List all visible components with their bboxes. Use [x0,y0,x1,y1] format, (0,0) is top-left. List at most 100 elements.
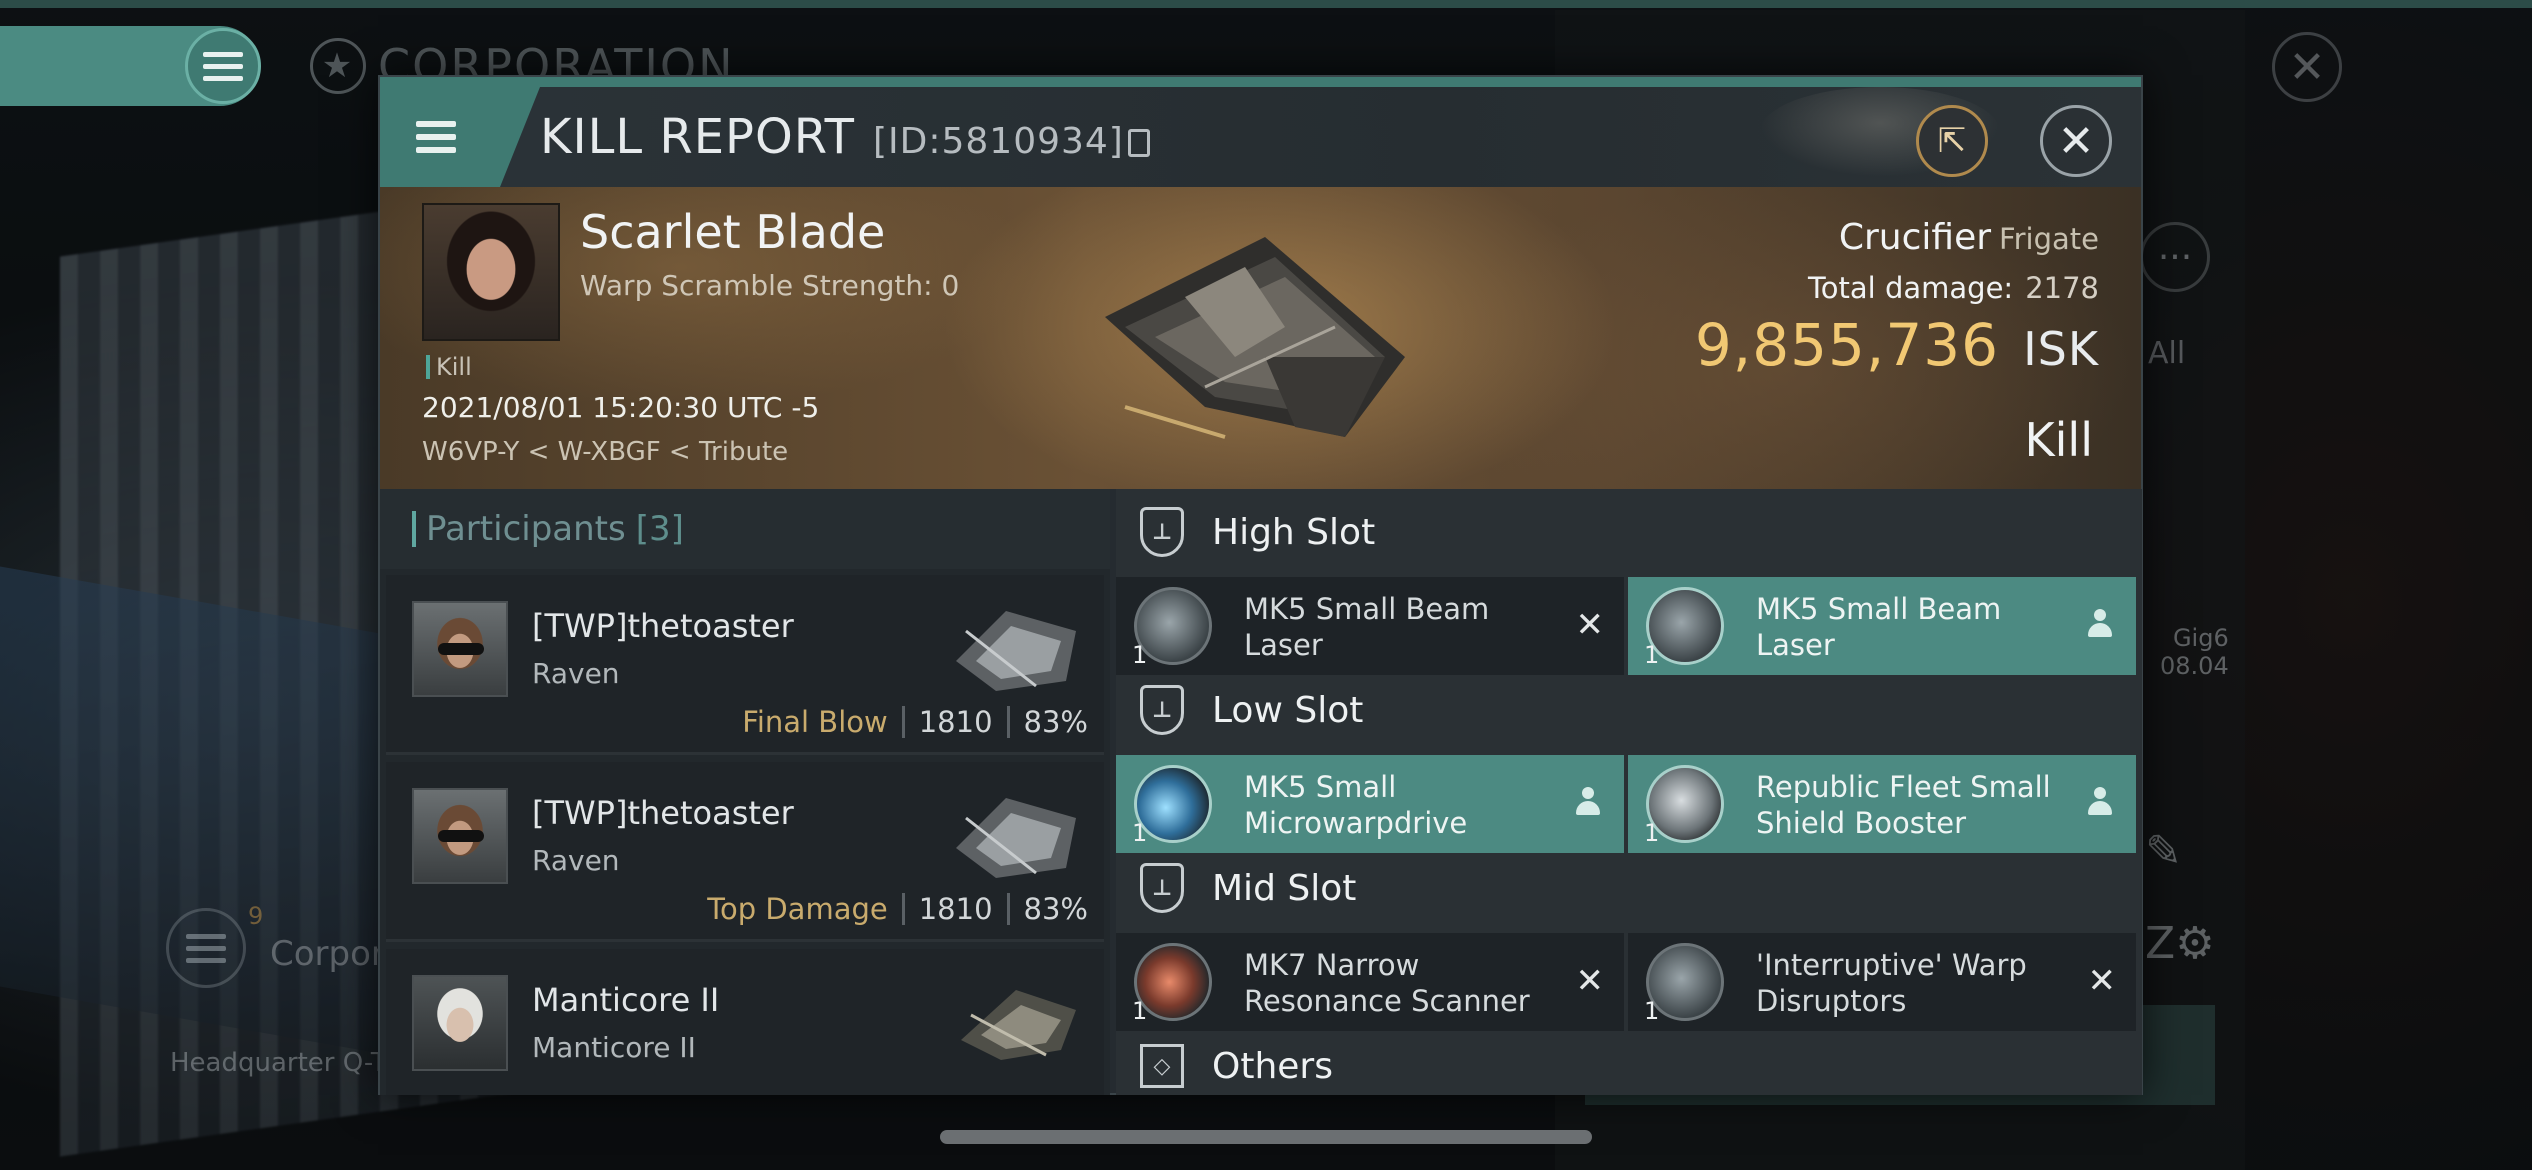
participant-ship: Raven [532,657,620,690]
kill-tag-marker [426,355,430,379]
modal-header: KILL REPORT [ID:5810934] ⇱ ✕ [380,87,2141,187]
kill-report-id: [ID:5810934] [873,121,1150,162]
stats-divider [1006,893,1010,925]
owner-icon [1576,787,1600,817]
victim-ship-image [1105,237,1405,439]
participant-ship-image [956,798,1076,878]
star-icon: ★ [310,38,366,94]
kill-report-modal: KILL REPORT [ID:5810934] ⇱ ✕ Scarlet Bla… [378,75,2143,1095]
others-header: ◇ Others [1116,1023,2142,1095]
home-indicator[interactable] [940,1130,1592,1144]
filter-all-label[interactable]: All [2148,336,2185,371]
main-menu-button[interactable] [185,28,261,104]
participant-percent: 83% [1023,705,1088,739]
isk-value: 9,855,736 ISK [1695,311,2099,379]
stats-divider [901,706,905,738]
background-close-button[interactable]: ✕ [2272,32,2342,102]
participants-panel: Participants [3] [TWP]thetoaster Raven F… [380,489,1110,1095]
corporation-count: 9 [248,902,264,930]
low-slot-title: Low Slot [1212,689,1364,731]
destroyed-icon: ✕ [1575,961,1605,1001]
isk-amount: 9,855,736 [1694,311,2000,379]
participant-name: Manticore II [532,981,720,1019]
item-quantity: 1 [1644,997,1660,1025]
item-quantity: 1 [1132,997,1148,1025]
participant-ship: Manticore II [532,1031,696,1064]
participant-percent: 83% [1023,892,1088,926]
hamburger-icon [416,121,456,153]
victim-ship-class: Frigate [1999,222,2099,256]
fitting-slots-panel: ⊥ High Slot 1 MK5 Small Beam Laser ✕ 1 M… [1116,489,2142,1095]
high-slot-header: ⊥ High Slot [1116,489,2142,575]
share-icon: ⇱ [1937,121,1967,161]
participant-stats: Final Blow 1810 83% [742,705,1088,739]
edit-icon[interactable]: ✎ [2145,826,2182,877]
final-blow-badge: Final Blow [742,705,888,739]
participant-avatar [412,788,508,884]
victim-portrait[interactable] [422,203,560,341]
participants-header: Participants [3] [380,489,1110,569]
more-options-icon[interactable]: ··· [2140,222,2210,292]
close-icon: ✕ [2057,115,2095,167]
item-name: MK5 Small Beam Laser [1244,592,1490,662]
item-name: Republic Fleet Small Shield Booster [1756,770,2051,840]
victim-name[interactable]: Scarlet Blade [580,205,885,259]
mid-slot-icon: ⊥ [1140,863,1184,913]
participant-name: [TWP]thetoaster [532,794,794,832]
report-menu-button[interactable] [380,87,540,187]
kill-report-title-text: KILL REPORT [540,109,855,165]
participant-row[interactable]: Manticore II Manticore II [386,949,1104,1095]
high-slot-icon: ⊥ [1140,507,1184,557]
modal-accent-bar [380,77,2141,87]
item-name: MK7 Narrow Resonance Scanner [1244,948,1530,1018]
item-name: 'Interruptive' Warp Disruptors [1756,948,2027,1018]
participant-ship-image [961,990,1076,1060]
sort-settings-icon[interactable]: Z⚙ [2145,918,2215,969]
destroyed-icon: ✕ [2087,961,2117,1001]
participant-stats: Top Damage 1810 83% [707,892,1088,926]
owner-icon [2088,787,2112,817]
close-button[interactable]: ✕ [2040,105,2112,177]
item-quantity: 1 [1132,641,1148,669]
kill-location[interactable]: W6VP-Y < W-XBGF < Tribute [422,437,788,467]
participant-ship: Raven [532,844,620,877]
participants-marker [412,511,416,547]
participant-damage: 1810 [918,705,993,739]
warp-scramble-strength: Warp Scramble Strength: 0 [580,269,960,302]
kill-result: Kill [2024,413,2093,467]
headquarter-label: Headquarter Q-T [170,1048,387,1078]
participants-title: Participants [3] [412,509,684,549]
kill-report-id-text: [ID:5810934] [872,121,1124,162]
kill-tag: Kill [426,353,472,381]
background-gig-info: Gig6 08.04 [2160,624,2229,680]
list-icon [186,933,226,963]
slot-item-dropped[interactable]: 1 Republic Fleet Small Shield Booster [1628,755,2136,853]
item-quantity: 1 [1644,641,1660,669]
corporation-menu-button[interactable] [166,908,246,988]
victim-banner: Scarlet Blade Warp Scramble Strength: 0 … [380,187,2141,489]
stats-divider [901,893,905,925]
participant-row[interactable]: [TWP]thetoaster Raven Final Blow 1810 83… [386,575,1104,755]
low-slot-icon: ⊥ [1140,685,1184,735]
slot-item-destroyed[interactable]: 1 MK7 Narrow Resonance Scanner ✕ [1116,933,1624,1031]
item-quantity: 1 [1644,819,1660,847]
gig-label: Gig6 [2172,624,2229,652]
participant-row[interactable]: [TWP]thetoaster Raven Top Damage 1810 83… [386,762,1104,942]
victim-ship-name: Crucifier [1838,217,1992,258]
top-accent-line [0,0,2532,8]
low-slot-header: ⊥ Low Slot [1116,667,2142,753]
slot-item-dropped[interactable]: 1 MK5 Small Microwarpdrive [1116,755,1624,853]
total-damage-value: 2178 [2025,271,2099,305]
share-button[interactable]: ⇱ [1916,105,1988,177]
copy-icon[interactable] [1127,129,1150,157]
others-title: Others [1212,1045,1333,1087]
slot-item-destroyed[interactable]: 1 'Interruptive' Warp Disruptors ✕ [1628,933,2136,1031]
victim-ship[interactable]: Crucifier Frigate [1839,217,2099,258]
slot-item-destroyed[interactable]: 1 MK5 Small Beam Laser ✕ [1116,577,1624,675]
participant-ship-image [956,611,1076,691]
slot-item-dropped[interactable]: 1 MK5 Small Beam Laser [1628,577,2136,675]
mid-slot-title: Mid Slot [1212,867,1357,909]
participant-avatar [412,975,508,1071]
owner-icon [2088,609,2112,639]
kill-datetime: 2021/08/01 15:20:30 UTC -5 [422,391,820,424]
